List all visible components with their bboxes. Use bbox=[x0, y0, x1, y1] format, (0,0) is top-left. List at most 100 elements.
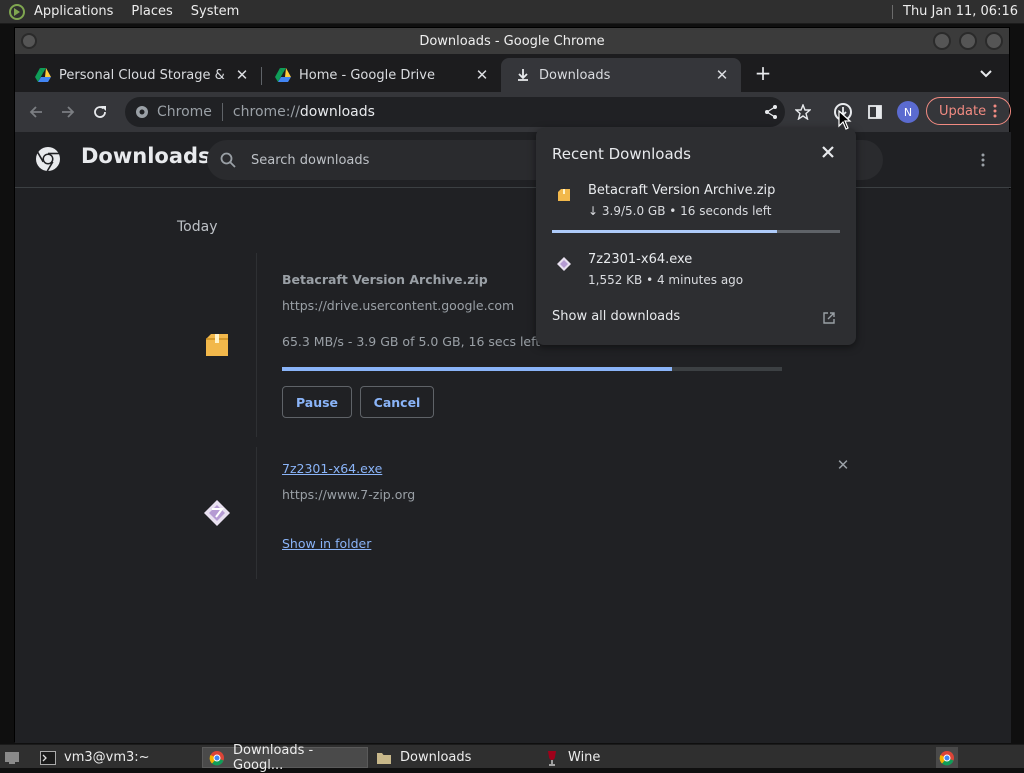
bubble-file-name: 7z2301-x64.exe bbox=[588, 252, 693, 267]
taskbar-item-chrome[interactable]: Downloads - Googl... bbox=[202, 743, 368, 773]
clock[interactable]: Thu Jan 11, 06:16 bbox=[903, 4, 1018, 19]
executable-file-icon bbox=[203, 500, 230, 526]
distro-logo-icon[interactable] bbox=[6, 1, 28, 23]
search-placeholder: Search downloads bbox=[251, 152, 370, 168]
share-icon[interactable] bbox=[760, 101, 782, 123]
file-name: Betacraft Version Archive.zip bbox=[282, 272, 488, 287]
open-external-icon[interactable] bbox=[822, 311, 836, 325]
tab-close-button[interactable]: ✕ bbox=[713, 66, 731, 84]
file-icon-area bbox=[177, 253, 257, 437]
archive-file-icon bbox=[205, 334, 228, 356]
forward-arrow-icon[interactable] bbox=[57, 101, 79, 123]
chrome-window: Downloads - Google Chrome Personal Cloud… bbox=[14, 27, 1011, 743]
taskbar-label: Wine bbox=[568, 750, 601, 765]
progress-fill bbox=[282, 367, 672, 371]
window-titlebar[interactable]: Downloads - Google Chrome bbox=[15, 28, 1009, 54]
show-in-folder-link[interactable]: Show in folder bbox=[282, 536, 371, 551]
reload-icon[interactable] bbox=[89, 101, 111, 123]
file-name-link[interactable]: 7z2301-x64.exe bbox=[282, 461, 382, 476]
taskbar-item-wine[interactable]: Wine bbox=[538, 747, 704, 768]
window-menu-button[interactable] bbox=[21, 33, 37, 49]
bookmark-star-icon[interactable] bbox=[792, 101, 814, 123]
window-title: Downloads - Google Chrome bbox=[419, 33, 605, 49]
update-button[interactable]: Update bbox=[926, 97, 1011, 125]
bubble-file-name: Betacraft Version Archive.zip bbox=[588, 183, 776, 198]
more-vertical-icon bbox=[993, 104, 997, 118]
tab-close-button[interactable]: ✕ bbox=[233, 66, 251, 84]
wine-icon bbox=[544, 750, 560, 766]
update-label: Update bbox=[939, 103, 987, 119]
recent-downloads-bubble: Recent Downloads Betacraft Version Archi… bbox=[536, 128, 856, 345]
menu-applications[interactable]: Applications bbox=[34, 4, 113, 19]
downloads-header: Downloads Search downloads bbox=[15, 132, 1011, 188]
tray-chrome-icon[interactable] bbox=[936, 747, 958, 768]
taskbar-label: Downloads - Googl... bbox=[233, 742, 314, 773]
new-tab-plus-icon[interactable]: + bbox=[752, 63, 774, 85]
download-icon bbox=[515, 67, 531, 83]
bubble-download-item[interactable]: Betacraft Version Archive.zip ↓ 3.9/5.0 … bbox=[552, 183, 844, 223]
google-drive-icon bbox=[275, 67, 291, 83]
back-arrow-icon[interactable] bbox=[25, 101, 47, 123]
progress-fill bbox=[552, 230, 777, 233]
cancel-button[interactable]: Cancel bbox=[360, 386, 434, 418]
terminal-icon bbox=[40, 750, 56, 766]
remove-from-list-close-icon[interactable]: ✕ bbox=[835, 457, 851, 473]
download-status: 65.3 MB/s - 3.9 GB of 5.0 GB, 16 secs le… bbox=[282, 334, 541, 349]
browser-toolbar: Chrome chrome://downloads N Update bbox=[15, 92, 1011, 132]
side-panel-icon[interactable] bbox=[864, 101, 886, 123]
tab-search-chevron-down-icon[interactable] bbox=[977, 64, 995, 82]
desktop-icon bbox=[5, 751, 19, 764]
tab-label: Personal Cloud Storage & File bbox=[59, 67, 229, 83]
url-scheme: chrome:// bbox=[232, 104, 300, 120]
tab-strip: Personal Cloud Storage & File ✕ Home - G… bbox=[15, 54, 1009, 92]
close-icon[interactable] bbox=[820, 144, 836, 160]
show-all-downloads-link[interactable]: Show all downloads bbox=[552, 309, 680, 324]
menu-system[interactable]: System bbox=[191, 4, 239, 19]
desktop-taskbar: vm3@vm3:~ Downloads - Googl... Downloads… bbox=[0, 743, 1024, 773]
panel-separator bbox=[892, 4, 893, 19]
downloads-list: Today Betacraft Version Archive.zip http… bbox=[15, 189, 1011, 743]
site-info-chip[interactable]: Chrome bbox=[135, 104, 212, 120]
bubble-title: Recent Downloads bbox=[552, 145, 691, 163]
show-desktop-button[interactable] bbox=[2, 747, 24, 768]
close-window-button[interactable] bbox=[985, 32, 1003, 50]
maximize-button[interactable] bbox=[959, 32, 977, 50]
archive-file-icon bbox=[558, 189, 570, 201]
google-drive-icon bbox=[35, 67, 51, 83]
taskbar-item-file-manager[interactable]: Downloads bbox=[370, 747, 536, 768]
profile-avatar[interactable]: N bbox=[897, 101, 919, 123]
bubble-file-status: ↓ 3.9/5.0 GB • 16 seconds left bbox=[588, 204, 772, 218]
bubble-progress-bar bbox=[552, 230, 840, 233]
tab-label: Home - Google Drive bbox=[299, 67, 435, 83]
tab-label: Downloads bbox=[539, 67, 611, 83]
omnibox-divider bbox=[221, 103, 223, 121]
page-title: Downloads bbox=[81, 144, 211, 168]
tab-personal-cloud-storage[interactable]: Personal Cloud Storage & File ✕ bbox=[15, 58, 261, 92]
pause-button[interactable]: Pause bbox=[282, 386, 352, 418]
bubble-download-item[interactable]: 7z2301-x64.exe 1,552 KB • 4 minutes ago bbox=[552, 252, 844, 292]
tab-close-button[interactable]: ✕ bbox=[473, 66, 491, 84]
minimize-button[interactable] bbox=[933, 32, 951, 50]
taskbar-item-terminal[interactable]: vm3@vm3:~ bbox=[34, 747, 200, 768]
executable-file-icon bbox=[557, 257, 571, 271]
more-vertical-icon[interactable] bbox=[975, 152, 991, 168]
mouse-cursor-icon bbox=[838, 110, 852, 130]
file-source-url[interactable]: https://www.7-zip.org bbox=[282, 487, 415, 502]
chrome-icon bbox=[136, 106, 148, 118]
file-source-url[interactable]: https://drive.usercontent.google.com bbox=[282, 298, 514, 313]
url-host: downloads bbox=[299, 104, 375, 120]
file-icon-area bbox=[177, 447, 257, 579]
tab-downloads[interactable]: Downloads ✕ bbox=[501, 58, 741, 92]
menu-places[interactable]: Places bbox=[131, 4, 172, 19]
folder-icon bbox=[376, 750, 392, 766]
chrome-icon bbox=[209, 750, 225, 766]
taskbar-label: Downloads bbox=[400, 750, 472, 765]
site-chip-label: Chrome bbox=[157, 104, 212, 120]
address-bar[interactable]: Chrome chrome://downloads bbox=[125, 97, 785, 127]
download-item: 7z2301-x64.exe https://www.7-zip.org Sho… bbox=[177, 447, 859, 579]
taskbar-label: vm3@vm3:~ bbox=[64, 750, 150, 765]
chrome-logo-icon bbox=[36, 147, 60, 172]
tab-home-google-drive[interactable]: Home - Google Drive ✕ bbox=[261, 58, 501, 92]
download-progress-bar bbox=[282, 367, 782, 371]
bubble-file-status: 1,552 KB • 4 minutes ago bbox=[588, 273, 744, 287]
